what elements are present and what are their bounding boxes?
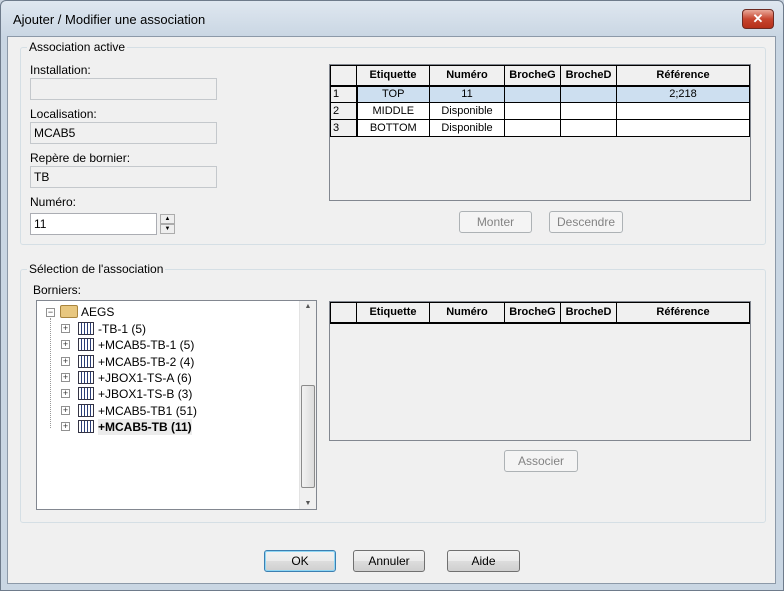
- expand-icon[interactable]: +: [61, 356, 70, 366]
- annuler-button[interactable]: Annuler: [353, 550, 425, 572]
- terminal-block-icon: [78, 403, 94, 417]
- row-number[interactable]: 2: [330, 102, 358, 120]
- corner-cell: [330, 65, 357, 87]
- cell-numero[interactable]: Disponible: [429, 119, 505, 137]
- numero-label: Numéro:: [30, 195, 77, 209]
- table-header: Etiquette Numéro BrocheG BrocheD Référen…: [330, 65, 750, 87]
- row-number[interactable]: 3: [330, 119, 358, 137]
- col-numero[interactable]: Numéro: [429, 302, 505, 324]
- tree-item[interactable]: +JBOX1-TS-A (6): [98, 370, 192, 386]
- terminal-block-icon: [78, 322, 94, 335]
- association-active-label: Association active: [27, 40, 128, 54]
- aide-button[interactable]: Aide: [447, 550, 520, 572]
- tree-item[interactable]: -TB-1 (5): [98, 321, 146, 337]
- terminal-block-icon: [78, 387, 94, 401]
- borniers-label: Borniers:: [33, 283, 82, 297]
- collapse-icon[interactable]: −: [46, 308, 55, 317]
- expand-icon[interactable]: +: [61, 405, 70, 415]
- table-row[interactable]: 3 BOTTOM Disponible: [330, 119, 750, 137]
- cell-reference[interactable]: 2;218: [616, 85, 750, 103]
- cell-reference[interactable]: [616, 102, 750, 120]
- corner-cell: [330, 302, 357, 324]
- cell-brocheg[interactable]: [504, 102, 561, 120]
- close-button[interactable]: ✕: [742, 9, 774, 29]
- tree-line: [50, 318, 51, 428]
- cell-brocheg[interactable]: [504, 85, 561, 103]
- localisation-field: MCAB5: [30, 122, 217, 144]
- expand-icon[interactable]: +: [61, 340, 70, 350]
- scrollbar-thumb[interactable]: [301, 385, 315, 488]
- table-header: Etiquette Numéro BrocheG BrocheD Référen…: [330, 302, 750, 324]
- installation-field: [30, 78, 217, 100]
- tree-item[interactable]: +MCAB5-TB (11): [98, 418, 192, 435]
- col-brocheD[interactable]: BrocheD: [560, 65, 617, 87]
- col-brocheD[interactable]: BrocheD: [560, 302, 617, 324]
- col-reference[interactable]: Référence: [616, 302, 750, 324]
- ok-button[interactable]: OK: [264, 550, 336, 572]
- tree-root[interactable]: AEGS: [81, 304, 114, 320]
- tree-item[interactable]: +MCAB5-TB-1 (5): [98, 337, 194, 353]
- terminal-block-icon: [78, 419, 94, 433]
- tree-item[interactable]: +MCAB5-TB1 (51): [98, 403, 197, 419]
- cell-brocheD[interactable]: [560, 102, 617, 120]
- installation-label: Installation:: [30, 63, 91, 77]
- col-numero[interactable]: Numéro: [429, 65, 505, 87]
- col-brocheg[interactable]: BrocheG: [504, 65, 561, 87]
- cell-numero[interactable]: Disponible: [429, 102, 505, 120]
- monter-button[interactable]: Monter: [459, 211, 532, 233]
- terminal-block-icon: [78, 370, 94, 384]
- cell-etiquette[interactable]: BOTTOM: [356, 119, 430, 137]
- row-number[interactable]: 1: [330, 85, 358, 103]
- folder-icon: [60, 305, 78, 318]
- tree-item[interactable]: +JBOX1-TS-B (3): [98, 386, 192, 402]
- expand-icon[interactable]: +: [61, 421, 70, 431]
- expand-icon[interactable]: +: [61, 372, 70, 382]
- spin-down-button[interactable]: ▼: [160, 224, 175, 234]
- col-etiquette[interactable]: Etiquette: [356, 302, 430, 324]
- active-table: Etiquette Numéro BrocheG BrocheD Référen…: [330, 65, 750, 137]
- cell-brocheD[interactable]: [560, 85, 617, 103]
- table-row[interactable]: 2 MIDDLE Disponible: [330, 102, 750, 120]
- table-row[interactable]: 1 TOP 11 2;218: [330, 85, 750, 103]
- terminal-block-icon: [78, 338, 94, 352]
- col-etiquette[interactable]: Etiquette: [356, 65, 430, 87]
- cell-brocheD[interactable]: [560, 119, 617, 137]
- selection-label: Sélection de l'association: [27, 262, 166, 276]
- numero-input[interactable]: 11: [30, 213, 157, 235]
- cell-brocheg[interactable]: [504, 119, 561, 137]
- selection-table: Etiquette Numéro BrocheG BrocheD Référen…: [330, 302, 750, 324]
- tree-item[interactable]: +MCAB5-TB-2 (4): [98, 354, 194, 370]
- repere-field: TB: [30, 166, 217, 188]
- expand-icon[interactable]: +: [61, 389, 70, 399]
- terminal-block-icon: [78, 354, 94, 368]
- localisation-label: Localisation:: [30, 107, 97, 121]
- expand-icon[interactable]: +: [61, 324, 70, 333]
- col-reference[interactable]: Référence: [616, 65, 750, 87]
- associer-button[interactable]: Associer: [504, 450, 578, 472]
- cell-etiquette[interactable]: MIDDLE: [356, 102, 430, 120]
- window-title: Ajouter / Modifier une association: [13, 12, 206, 27]
- cell-reference[interactable]: [616, 119, 750, 137]
- tree-scrollbar[interactable]: ▲ ▼: [299, 301, 316, 509]
- selection-grid[interactable]: Etiquette Numéro BrocheG BrocheD Référen…: [329, 301, 751, 441]
- spin-up-button[interactable]: ▲: [160, 214, 175, 224]
- cell-etiquette[interactable]: TOP: [356, 85, 430, 103]
- repere-label: Repère de bornier:: [30, 151, 131, 165]
- descendre-button[interactable]: Descendre: [549, 211, 623, 233]
- active-grid[interactable]: Etiquette Numéro BrocheG BrocheD Référen…: [329, 64, 751, 201]
- cell-numero[interactable]: 11: [429, 85, 505, 103]
- dialog-client: Association active Installation: Localis…: [7, 36, 776, 584]
- col-brocheg[interactable]: BrocheG: [504, 302, 561, 324]
